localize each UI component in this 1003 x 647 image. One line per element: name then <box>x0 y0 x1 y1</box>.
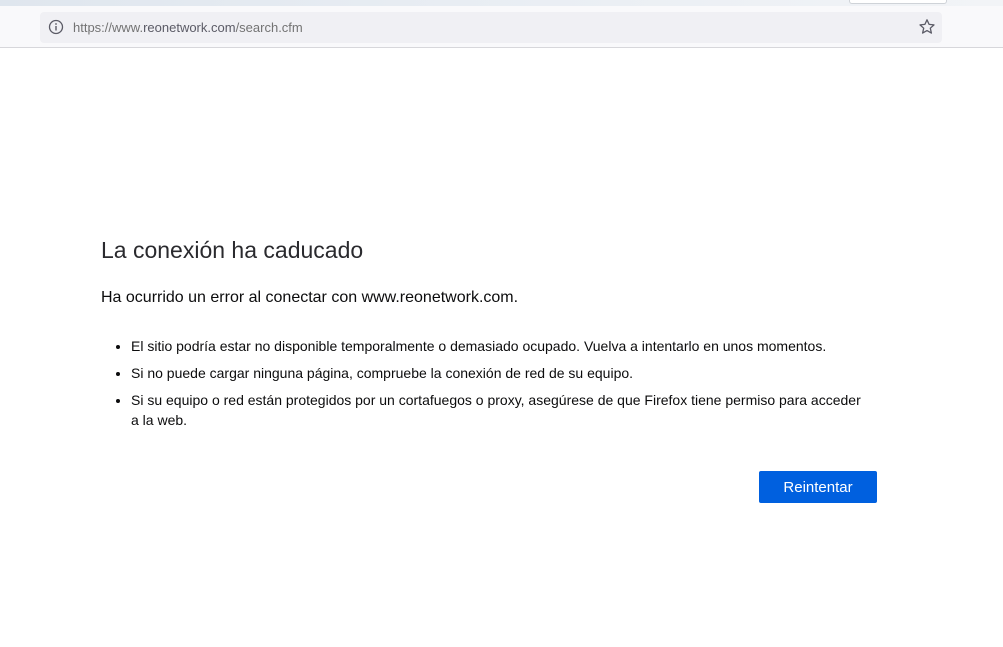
star-icon[interactable] <box>918 18 936 36</box>
reason-item: Si no puede cargar ninguna página, compr… <box>131 363 871 383</box>
info-icon[interactable] <box>48 19 64 35</box>
url-prefix: https://www. <box>73 20 144 35</box>
active-tab-edge[interactable] <box>849 0 947 4</box>
url-host: reonetwork.com <box>143 20 236 35</box>
error-reasons-list: El sitio podría estar no disponible temp… <box>101 336 901 430</box>
url-path: /search.cfm <box>235 20 303 35</box>
reason-item: Si su equipo o red están protegidos por … <box>131 390 871 430</box>
retry-button[interactable]: Reintentar <box>759 471 877 503</box>
url-text[interactable]: https://www.reonetwork.com/search.cfm <box>73 20 303 35</box>
error-title: La conexión ha caducado <box>101 237 364 263</box>
reason-item: El sitio podría estar no disponible temp… <box>131 336 871 356</box>
browser-toolbar: https://www.reonetwork.com/search.cfm <box>0 0 1003 48</box>
error-subtitle: Ha ocurrido un error al conectar con www… <box>101 289 519 306</box>
address-bar[interactable]: https://www.reonetwork.com/search.cfm <box>40 12 942 43</box>
error-container: La conexión ha caducado Ha ocurrido un e… <box>101 236 901 437</box>
